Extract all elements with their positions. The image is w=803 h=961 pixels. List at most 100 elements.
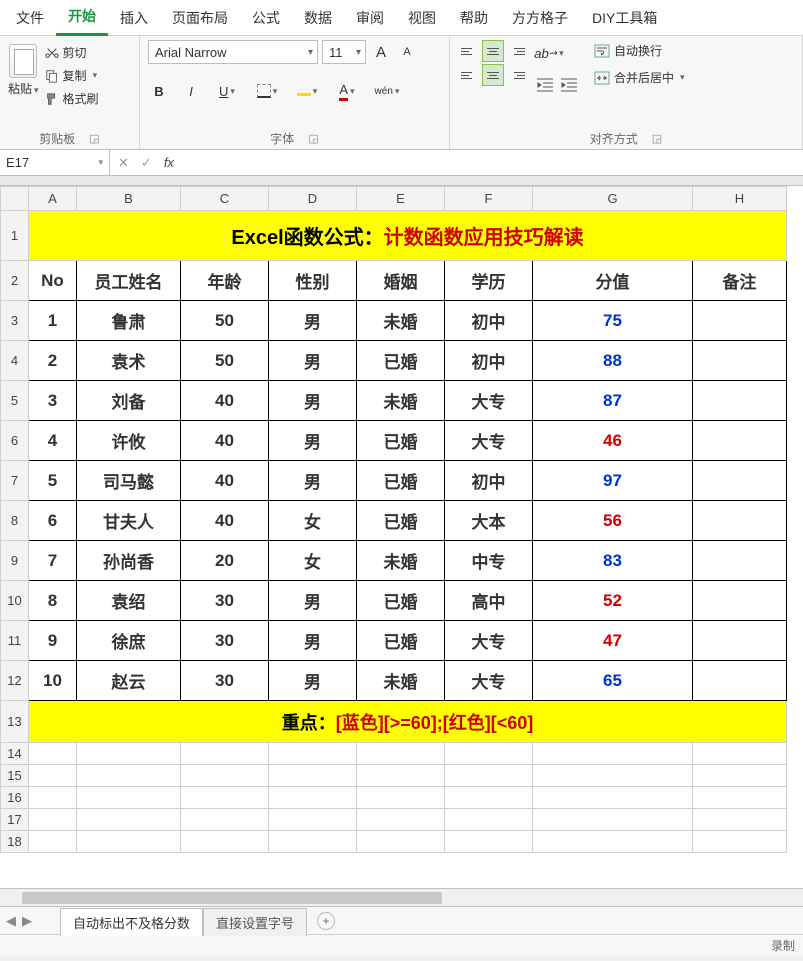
row-header[interactable]: 9 bbox=[1, 541, 29, 581]
cell[interactable] bbox=[533, 831, 693, 853]
cell[interactable]: 女 bbox=[269, 541, 357, 581]
formula-cancel-button[interactable]: ✕ bbox=[118, 155, 129, 171]
cell[interactable] bbox=[693, 461, 787, 501]
menu-file[interactable]: 文件 bbox=[4, 0, 56, 36]
cell[interactable] bbox=[693, 661, 787, 701]
menu-help[interactable]: 帮助 bbox=[448, 0, 500, 36]
increase-font-button[interactable]: A bbox=[370, 41, 392, 63]
cell[interactable] bbox=[29, 765, 77, 787]
cell[interactable]: 许攸 bbox=[77, 421, 181, 461]
cell[interactable] bbox=[269, 831, 357, 853]
cell[interactable] bbox=[357, 809, 445, 831]
fx-button[interactable]: fx bbox=[164, 155, 174, 170]
cell[interactable] bbox=[445, 743, 533, 765]
align-bottom-center[interactable] bbox=[482, 64, 504, 86]
cell[interactable] bbox=[533, 809, 693, 831]
cell[interactable]: 40 bbox=[181, 501, 269, 541]
cell[interactable]: 赵云 bbox=[77, 661, 181, 701]
cell[interactable] bbox=[269, 765, 357, 787]
align-top-center[interactable] bbox=[482, 40, 504, 62]
cell[interactable] bbox=[445, 831, 533, 853]
cell[interactable]: 已婚 bbox=[357, 461, 445, 501]
footer-cell[interactable]: 重点：[蓝色][>=60];[红色][<60] bbox=[29, 701, 787, 743]
cell[interactable] bbox=[357, 831, 445, 853]
wrap-text-button[interactable]: 自动换行 bbox=[594, 42, 685, 59]
row-header[interactable]: 8 bbox=[1, 501, 29, 541]
italic-button[interactable]: I bbox=[180, 80, 202, 102]
cell[interactable] bbox=[77, 831, 181, 853]
cell[interactable]: 40 bbox=[181, 461, 269, 501]
cell[interactable]: 10 bbox=[29, 661, 77, 701]
row-header[interactable]: 6 bbox=[1, 421, 29, 461]
cell-score[interactable]: 52 bbox=[533, 581, 693, 621]
tab-nav-prev[interactable]: ◀ bbox=[6, 913, 16, 929]
decrease-font-button[interactable]: A bbox=[396, 41, 418, 63]
cell[interactable] bbox=[693, 301, 787, 341]
cell[interactable]: 男 bbox=[269, 461, 357, 501]
cell[interactable]: 男 bbox=[269, 581, 357, 621]
cell[interactable]: 司马懿 bbox=[77, 461, 181, 501]
cell[interactable] bbox=[357, 787, 445, 809]
cell[interactable] bbox=[181, 787, 269, 809]
row-header[interactable]: 7 bbox=[1, 461, 29, 501]
menu-formula[interactable]: 公式 bbox=[240, 0, 292, 36]
cell[interactable] bbox=[77, 743, 181, 765]
row-header[interactable]: 11 bbox=[1, 621, 29, 661]
cell[interactable]: 大专 bbox=[445, 621, 533, 661]
cell[interactable]: 男 bbox=[269, 381, 357, 421]
align-bottom-left[interactable] bbox=[458, 64, 480, 86]
row-header[interactable]: 12 bbox=[1, 661, 29, 701]
cell[interactable]: 1 bbox=[29, 301, 77, 341]
col-header-E[interactable]: E bbox=[357, 187, 445, 211]
cell-score[interactable]: 56 bbox=[533, 501, 693, 541]
cell[interactable]: 性别 bbox=[269, 261, 357, 301]
cell[interactable]: 袁绍 bbox=[77, 581, 181, 621]
merge-center-button[interactable]: 合并后居中▾ bbox=[594, 69, 685, 86]
row-header[interactable]: 4 bbox=[1, 341, 29, 381]
row-header[interactable]: 16 bbox=[1, 787, 29, 809]
cell[interactable]: 未婚 bbox=[357, 541, 445, 581]
cell[interactable]: 男 bbox=[269, 421, 357, 461]
tab-nav-next[interactable]: ▶ bbox=[22, 913, 32, 929]
cell[interactable]: 30 bbox=[181, 661, 269, 701]
cell[interactable]: 年龄 bbox=[181, 261, 269, 301]
cell[interactable] bbox=[693, 421, 787, 461]
cell[interactable]: No bbox=[29, 261, 77, 301]
cell[interactable]: 30 bbox=[181, 581, 269, 621]
cell[interactable]: 孙尚香 bbox=[77, 541, 181, 581]
cell[interactable] bbox=[181, 809, 269, 831]
cell[interactable] bbox=[29, 743, 77, 765]
cell[interactable] bbox=[77, 809, 181, 831]
cell[interactable] bbox=[77, 765, 181, 787]
paste-icon[interactable] bbox=[9, 44, 37, 78]
row-header[interactable]: 17 bbox=[1, 809, 29, 831]
select-all-corner[interactable] bbox=[1, 187, 29, 211]
cell[interactable]: 中专 bbox=[445, 541, 533, 581]
cell[interactable]: 未婚 bbox=[357, 381, 445, 421]
cell[interactable] bbox=[693, 581, 787, 621]
underline-button[interactable]: U▾ bbox=[212, 80, 242, 102]
row-header[interactable]: 1 bbox=[1, 211, 29, 261]
cell[interactable] bbox=[445, 787, 533, 809]
row-header[interactable]: 10 bbox=[1, 581, 29, 621]
cell[interactable]: 7 bbox=[29, 541, 77, 581]
cell[interactable]: 未婚 bbox=[357, 301, 445, 341]
cell[interactable]: 大本 bbox=[445, 501, 533, 541]
menu-pagelayout[interactable]: 页面布局 bbox=[160, 0, 240, 36]
bold-button[interactable]: B bbox=[148, 80, 170, 102]
cell[interactable]: 已婚 bbox=[357, 581, 445, 621]
cell[interactable]: 学历 bbox=[445, 261, 533, 301]
cell[interactable] bbox=[693, 341, 787, 381]
cell[interactable]: 30 bbox=[181, 621, 269, 661]
cell-score[interactable]: 65 bbox=[533, 661, 693, 701]
copy-button[interactable]: 复制▾ bbox=[45, 67, 99, 84]
cell[interactable]: 初中 bbox=[445, 461, 533, 501]
cell[interactable]: 刘备 bbox=[77, 381, 181, 421]
cell[interactable]: 高中 bbox=[445, 581, 533, 621]
pinyin-button[interactable]: wén▾ bbox=[372, 80, 402, 102]
col-header-F[interactable]: F bbox=[445, 187, 533, 211]
cell[interactable] bbox=[181, 765, 269, 787]
orientation-button[interactable]: ab↗▾ bbox=[534, 42, 564, 64]
cell[interactable] bbox=[693, 743, 787, 765]
horizontal-scrollbar[interactable] bbox=[0, 888, 803, 906]
